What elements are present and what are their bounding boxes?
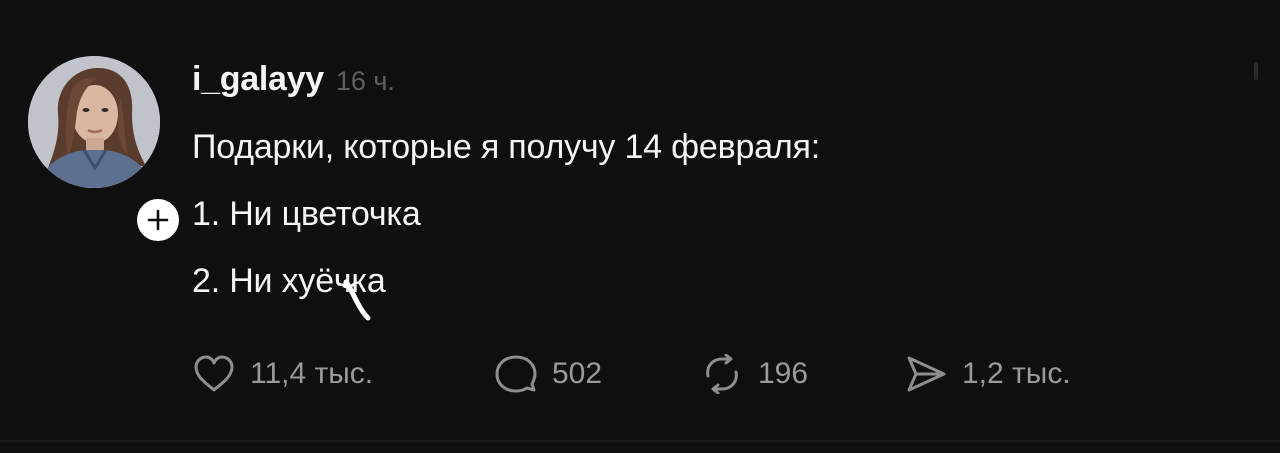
post-timestamp: 16 ч. [335,66,395,96]
like-button[interactable]: 11,4 тыс. [192,354,373,394]
post-text-line: 1. Ни цветочка [192,195,421,233]
avatar-container[interactable] [28,56,184,246]
divider [0,440,1280,442]
speech-bubble-icon [494,354,538,394]
heart-icon [192,354,236,394]
share-button[interactable]: 1,2 тыс. [904,354,1071,394]
follow-button[interactable] [132,194,184,246]
paper-plane-icon [904,354,948,394]
repost-button[interactable]: 196 [700,354,808,394]
like-count: 11,4 тыс. [250,357,374,390]
share-count: 1,2 тыс. [962,357,1071,390]
avatar[interactable] [28,56,160,188]
repost-arrows-icon [700,354,744,394]
post-header: i_galayy 16 ч. [192,60,395,100]
username-link[interactable]: i_galayy [192,60,324,99]
profile-photo [28,56,160,188]
post-text-line: Подарки, которые я получу 14 февраля: [192,128,820,166]
comment-button[interactable]: 502 [494,354,602,394]
thread-post: i_galayy 16 ч. Подарки, которые я получу… [0,0,1280,453]
comment-count: 502 [552,357,603,390]
plus-icon [147,209,169,231]
handwritten-scribble-mark [342,279,371,321]
repost-count: 196 [758,357,809,390]
more-options-hint [1254,62,1258,80]
